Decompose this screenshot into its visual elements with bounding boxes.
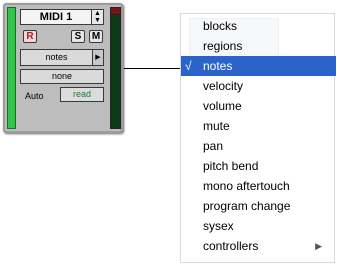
track-name-stepper-icon[interactable]: ▲ ▼ [91, 10, 103, 24]
menu-item-label: mute [203, 119, 230, 133]
popup-arrow-icon[interactable]: ▶ [92, 50, 103, 65]
track-name-label: MIDI 1 [39, 11, 73, 23]
menu-item-label: pitch bend [203, 159, 259, 173]
menu-item-volume[interactable]: volume [181, 96, 336, 116]
menu-item-label: velocity [203, 79, 244, 93]
automation-mode-selector[interactable]: read [60, 87, 104, 102]
menu-item-pitch-bend[interactable]: pitch bend [181, 156, 336, 176]
channel-selector[interactable]: none [20, 69, 104, 84]
mute-button[interactable]: M [89, 30, 103, 43]
level-meter [110, 7, 121, 129]
submenu-arrow-icon: ▶ [315, 241, 322, 251]
track-view-value: notes [45, 52, 68, 62]
callout-line [124, 68, 180, 69]
checkmark-icon: √ [185, 59, 192, 73]
menu-item-notes[interactable]: √ notes [181, 56, 336, 76]
menu-item-program-change[interactable]: program change [181, 196, 336, 216]
menu-item-label: mono aftertouch [203, 179, 290, 193]
menu-item-mute[interactable]: mute [181, 116, 336, 136]
menu-item-label: sysex [203, 219, 234, 233]
solo-button[interactable]: S [71, 30, 85, 43]
automation-label: Auto [25, 91, 44, 101]
record-enable-button[interactable]: R [23, 30, 37, 43]
midi-track-strip: MIDI 1 ▲ ▼ R S M notes ▶ none Auto read [3, 3, 123, 133]
menu-item-label: blocks [203, 19, 238, 33]
track-name-field[interactable]: MIDI 1 ▲ ▼ [20, 9, 104, 25]
meter-clip-indicator[interactable] [110, 7, 121, 15]
menu-item-blocks[interactable]: blocks [181, 16, 336, 36]
menu-item-label: notes [203, 59, 233, 73]
menu-item-controllers[interactable]: controllers ▶ [181, 236, 336, 256]
menu-item-pan[interactable]: pan [181, 136, 336, 156]
menu-item-regions[interactable]: regions [181, 36, 336, 56]
menu-item-sysex[interactable]: sysex [181, 216, 336, 236]
menu-item-mono-aftertouch[interactable]: mono aftertouch [181, 176, 336, 196]
track-color-bar [7, 7, 16, 129]
menu-item-label: controllers [203, 239, 259, 253]
menu-item-label: volume [203, 99, 242, 113]
track-view-popup-menu: blocks regions √ notes velocity volume mute pan… [180, 13, 336, 263]
track-view-selector[interactable]: notes ▶ [20, 49, 104, 66]
menu-item-label: regions [203, 39, 243, 53]
menu-item-label: program change [203, 199, 291, 213]
menu-item-velocity[interactable]: velocity [181, 76, 336, 96]
menu-item-label: pan [203, 139, 224, 153]
